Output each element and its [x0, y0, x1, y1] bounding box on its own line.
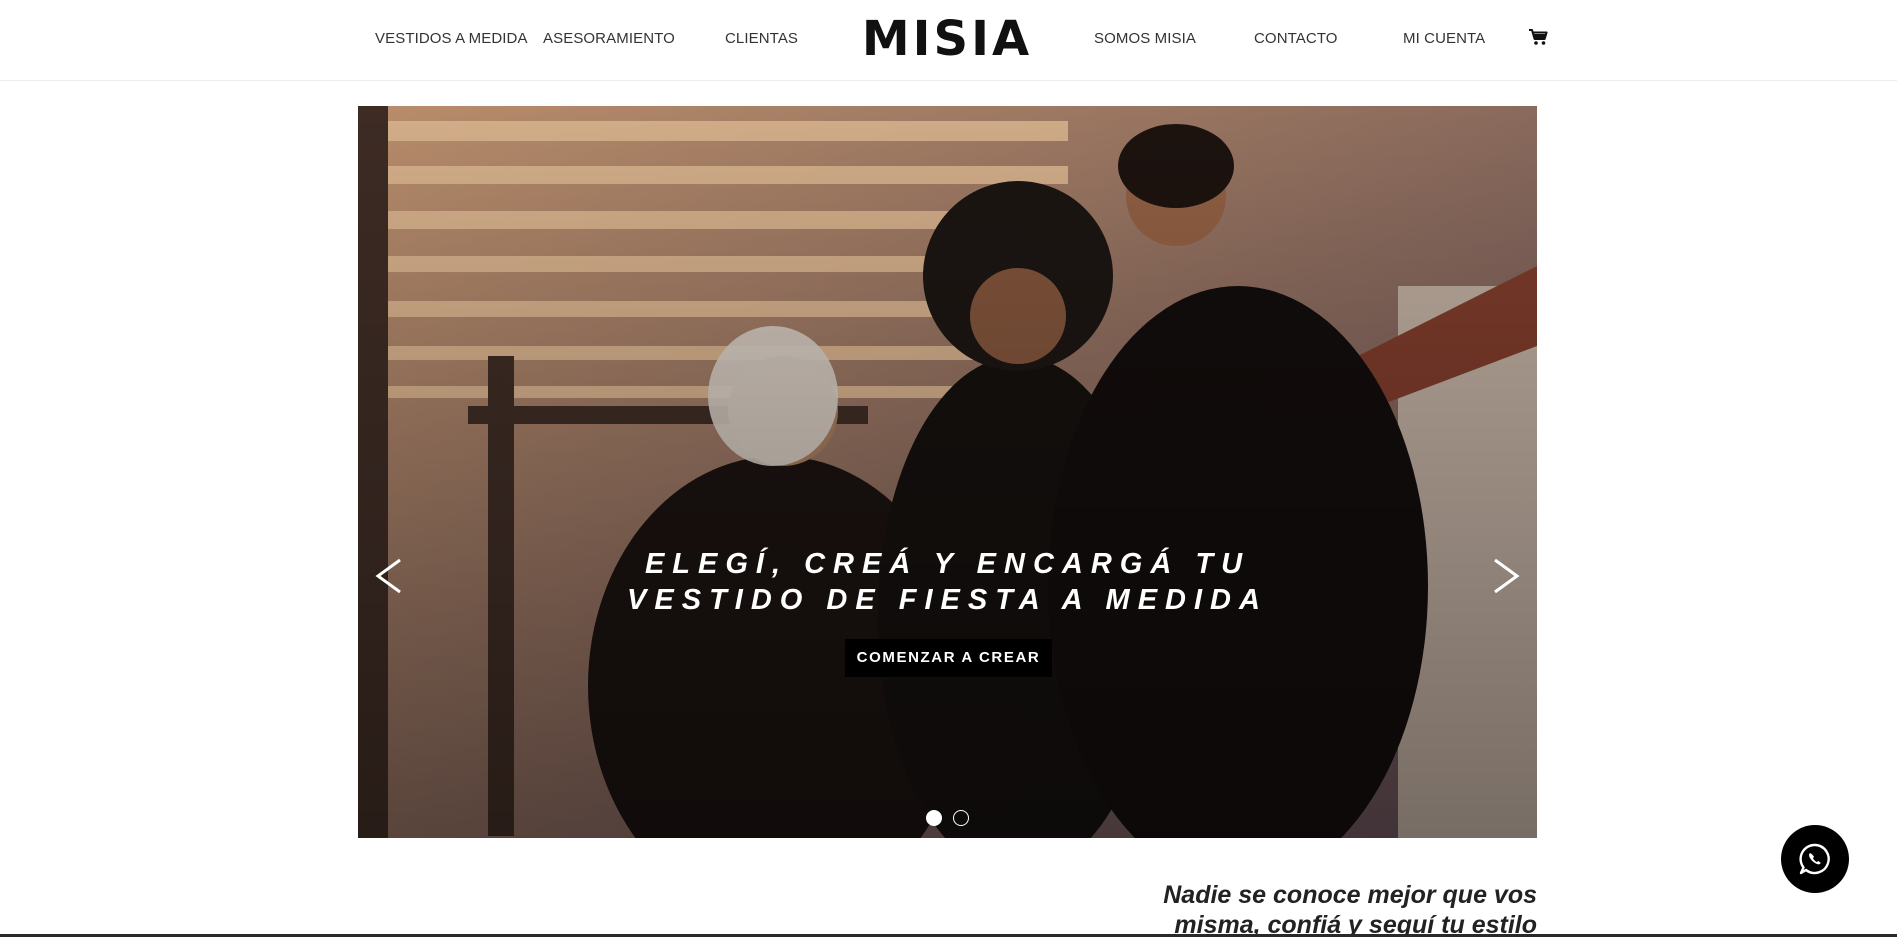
- nav-item-somos-misia[interactable]: SOMOS MISIA: [1094, 30, 1196, 47]
- nav-item-contacto[interactable]: CONTACTO: [1254, 30, 1338, 47]
- whatsapp-icon: [1799, 843, 1830, 875]
- top-navigation: VESTIDOS A MEDIDA ASESORAMIENTO CLIENTAS…: [0, 0, 1897, 81]
- tagline-line-2: misma, confiá y seguí tu estilo: [1174, 911, 1537, 937]
- hero-title-line-1: ELEGÍ, CREÁ Y ENCARGÁ TU: [644, 548, 1251, 580]
- hero-slider: ELEGÍ, CREÁ Y ENCARGÁ TU VESTIDO DE FIES…: [358, 106, 1537, 838]
- tagline-line-1: Nadie se conoce mejor que vos: [1163, 881, 1537, 909]
- nav-item-asesoramiento[interactable]: ASESORAMIENTO: [543, 30, 675, 47]
- slide-dot-2[interactable]: [953, 810, 969, 826]
- nav-item-clientas[interactable]: CLIENTAS: [725, 30, 798, 47]
- slide-dot-1[interactable]: [926, 810, 942, 826]
- logo-text: MISIA: [862, 13, 1032, 63]
- tagline: Nadie se conoce mejor que vos misma, con…: [1163, 880, 1537, 937]
- misia-logo[interactable]: MISIA: [857, 13, 1037, 63]
- nav-item-vestidos-a-medida[interactable]: VESTIDOS A MEDIDA: [375, 30, 528, 47]
- hero-photo: [358, 106, 1537, 838]
- hero-title-line-2: VESTIDO DE FIESTA A MEDIDA: [627, 584, 1268, 616]
- whatsapp-button[interactable]: [1781, 825, 1849, 893]
- cart-icon[interactable]: [1527, 26, 1549, 48]
- nav-item-mi-cuenta[interactable]: MI CUENTA: [1403, 30, 1485, 47]
- comenzar-a-crear-button[interactable]: COMENZAR A CREAR: [845, 639, 1052, 677]
